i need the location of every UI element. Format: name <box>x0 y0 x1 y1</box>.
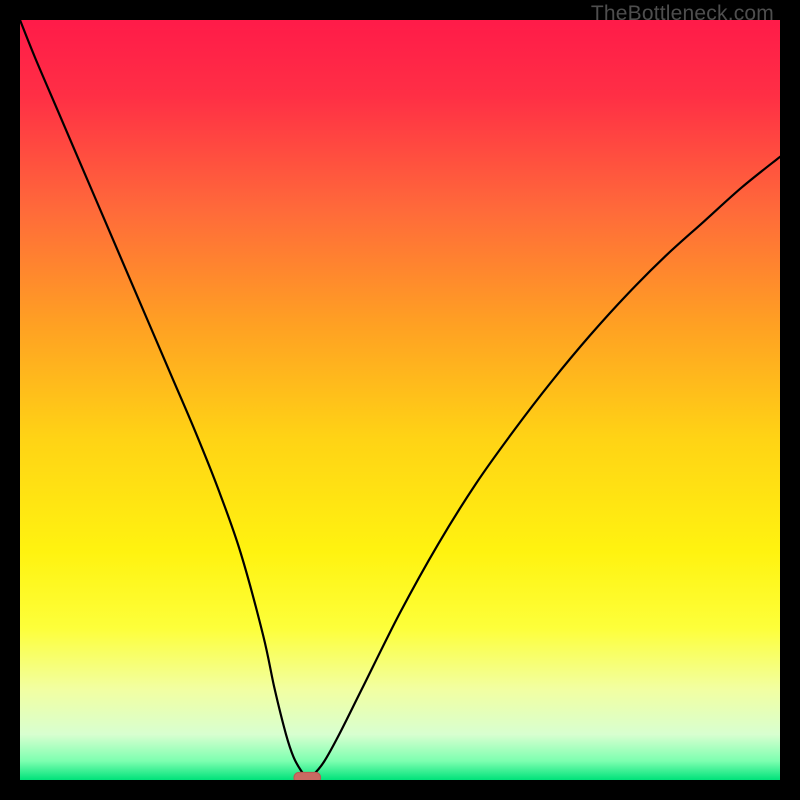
min-marker <box>294 772 321 780</box>
chart-frame <box>20 20 780 780</box>
gradient-background <box>20 20 780 780</box>
watermark-text: TheBottleneck.com <box>591 2 774 26</box>
bottleneck-chart <box>20 20 780 780</box>
